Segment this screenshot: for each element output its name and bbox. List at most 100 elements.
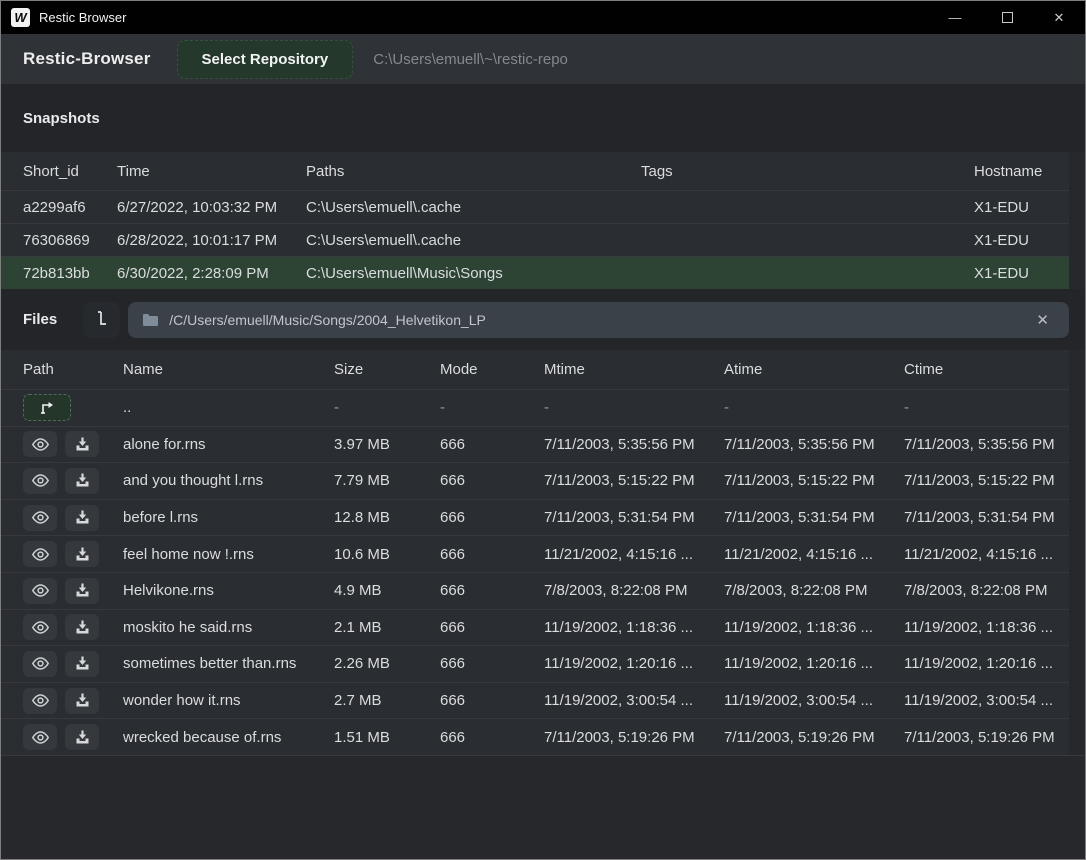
download-file-button[interactable] bbox=[65, 431, 99, 457]
file-size: 10.6 MB bbox=[334, 546, 440, 563]
download-icon bbox=[75, 583, 90, 598]
view-file-button[interactable] bbox=[23, 505, 57, 531]
root-path-icon bbox=[94, 310, 109, 329]
snapshots-section-bar: Snapshots bbox=[1, 84, 1085, 152]
view-file-button[interactable] bbox=[23, 651, 57, 677]
download-file-button[interactable] bbox=[65, 724, 99, 750]
download-file-button[interactable] bbox=[65, 651, 99, 677]
parent-dir-icon bbox=[38, 401, 56, 414]
file-name[interactable]: moskito he said.rns bbox=[123, 619, 334, 636]
view-file-button[interactable] bbox=[23, 688, 57, 714]
file-mtime: 11/19/2002, 3:00:54 ... bbox=[544, 692, 724, 709]
file-name[interactable]: alone for.rns bbox=[123, 436, 334, 453]
parent-dir-name[interactable]: .. bbox=[123, 399, 334, 416]
file-name[interactable]: wrecked because of.rns bbox=[123, 729, 334, 746]
view-file-button[interactable] bbox=[23, 468, 57, 494]
download-file-button[interactable] bbox=[65, 614, 99, 640]
view-file-button[interactable] bbox=[23, 614, 57, 640]
file-atime: 7/8/2003, 8:22:08 PM bbox=[724, 582, 904, 599]
view-file-button[interactable] bbox=[23, 431, 57, 457]
view-file-button[interactable] bbox=[23, 578, 57, 604]
eye-icon bbox=[31, 731, 50, 744]
go-to-parent-button[interactable] bbox=[23, 394, 71, 421]
col-time[interactable]: Time bbox=[117, 163, 306, 180]
repository-path: C:\Users\emuell\~\restic-repo bbox=[373, 51, 568, 68]
file-size: 2.1 MB bbox=[334, 619, 440, 636]
file-size: 3.97 MB bbox=[334, 436, 440, 453]
close-button[interactable]: ✕ bbox=[1033, 1, 1085, 34]
col-mtime[interactable]: Mtime bbox=[544, 361, 724, 378]
file-name[interactable]: and you thought l.rns bbox=[123, 472, 334, 489]
root-path-button[interactable] bbox=[83, 302, 120, 338]
download-icon bbox=[75, 730, 90, 745]
eye-icon bbox=[31, 511, 50, 524]
download-icon bbox=[75, 473, 90, 488]
file-atime: 11/19/2002, 3:00:54 ... bbox=[724, 692, 904, 709]
file-size: 1.51 MB bbox=[334, 729, 440, 746]
snapshot-time: 6/30/2022, 2:28:09 PM bbox=[117, 265, 306, 282]
select-repository-button[interactable]: Select Repository bbox=[177, 40, 354, 79]
view-file-button[interactable] bbox=[23, 724, 57, 750]
snapshot-time: 6/27/2022, 10:03:32 PM bbox=[117, 199, 306, 216]
col-short-id[interactable]: Short_id bbox=[23, 163, 117, 180]
snapshot-row[interactable]: a2299af6 6/27/2022, 10:03:32 PM C:\Users… bbox=[1, 190, 1069, 223]
col-atime[interactable]: Atime bbox=[724, 361, 904, 378]
minimize-button[interactable]: — bbox=[929, 1, 981, 34]
download-icon bbox=[75, 620, 90, 635]
download-icon bbox=[75, 510, 90, 525]
file-mtime: 7/11/2003, 5:31:54 PM bbox=[544, 509, 724, 526]
breadcrumb[interactable]: /C/Users/emuell/Music/Songs/2004_Helveti… bbox=[128, 302, 1069, 338]
file-row: feel home now !.rns 10.6 MB 666 11/21/20… bbox=[1, 535, 1069, 572]
download-file-button[interactable] bbox=[65, 541, 99, 567]
file-size: 2.7 MB bbox=[334, 692, 440, 709]
titlebar: W Restic Browser — ✕ bbox=[1, 1, 1085, 34]
col-path[interactable]: Path bbox=[23, 361, 123, 378]
folder-icon bbox=[142, 313, 159, 327]
file-row: before l.rns 12.8 MB 666 7/11/2003, 5:31… bbox=[1, 499, 1069, 536]
col-tags[interactable]: Tags bbox=[641, 163, 974, 180]
file-atime: 7/11/2003, 5:15:22 PM bbox=[724, 472, 904, 489]
download-icon bbox=[75, 547, 90, 562]
download-file-button[interactable] bbox=[65, 468, 99, 494]
file-mtime: 11/21/2002, 4:15:16 ... bbox=[544, 546, 724, 563]
eye-icon bbox=[31, 438, 50, 451]
file-atime: 7/11/2003, 5:31:54 PM bbox=[724, 509, 904, 526]
maximize-button[interactable] bbox=[981, 1, 1033, 34]
window-controls: — ✕ bbox=[929, 1, 1085, 34]
file-ctime: 7/8/2003, 8:22:08 PM bbox=[904, 582, 1069, 599]
eye-icon bbox=[31, 548, 50, 561]
download-file-button[interactable] bbox=[65, 578, 99, 604]
file-name[interactable]: before l.rns bbox=[123, 509, 334, 526]
col-hostname[interactable]: Hostname bbox=[974, 163, 1069, 180]
file-mtime: 7/11/2003, 5:15:22 PM bbox=[544, 472, 724, 489]
parent-dir-mode: - bbox=[440, 399, 544, 416]
file-row: wrecked because of.rns 1.51 MB 666 7/11/… bbox=[1, 718, 1069, 755]
snapshot-row[interactable]: 76306869 6/28/2022, 10:01:17 PM C:\Users… bbox=[1, 223, 1069, 256]
view-file-button[interactable] bbox=[23, 541, 57, 567]
file-mtime: 11/19/2002, 1:18:36 ... bbox=[544, 619, 724, 636]
file-name[interactable]: sometimes better than.rns bbox=[123, 655, 334, 672]
col-mode[interactable]: Mode bbox=[440, 361, 544, 378]
col-ctime[interactable]: Ctime bbox=[904, 361, 1069, 378]
file-ctime: 7/11/2003, 5:31:54 PM bbox=[904, 509, 1069, 526]
download-file-button[interactable] bbox=[65, 688, 99, 714]
download-file-button[interactable] bbox=[65, 505, 99, 531]
breadcrumb-path: /C/Users/emuell/Music/Songs/2004_Helveti… bbox=[169, 312, 1030, 328]
col-size[interactable]: Size bbox=[334, 361, 440, 378]
close-breadcrumb-icon: ✕ bbox=[1036, 312, 1049, 329]
files-section-bar: Files /C/Users/emuell/Music/Songs/2004_H… bbox=[1, 289, 1085, 350]
snapshot-short-id: 76306869 bbox=[23, 232, 117, 249]
parent-dir-size: - bbox=[334, 399, 440, 416]
file-name[interactable]: feel home now !.rns bbox=[123, 546, 334, 563]
file-ctime: 11/21/2002, 4:15:16 ... bbox=[904, 546, 1069, 563]
file-row: moskito he said.rns 2.1 MB 666 11/19/200… bbox=[1, 609, 1069, 646]
breadcrumb-close-button[interactable]: ✕ bbox=[1030, 309, 1055, 331]
snapshot-row[interactable]: 72b813bb 6/30/2022, 2:28:09 PM C:\Users\… bbox=[1, 256, 1069, 289]
file-size: 4.9 MB bbox=[334, 582, 440, 599]
file-atime: 11/19/2002, 1:20:16 ... bbox=[724, 655, 904, 672]
file-name[interactable]: wonder how it.rns bbox=[123, 692, 334, 709]
col-paths[interactable]: Paths bbox=[306, 163, 641, 180]
files-title: Files bbox=[23, 311, 57, 328]
file-name[interactable]: Helvikone.rns bbox=[123, 582, 334, 599]
col-name[interactable]: Name bbox=[123, 361, 334, 378]
